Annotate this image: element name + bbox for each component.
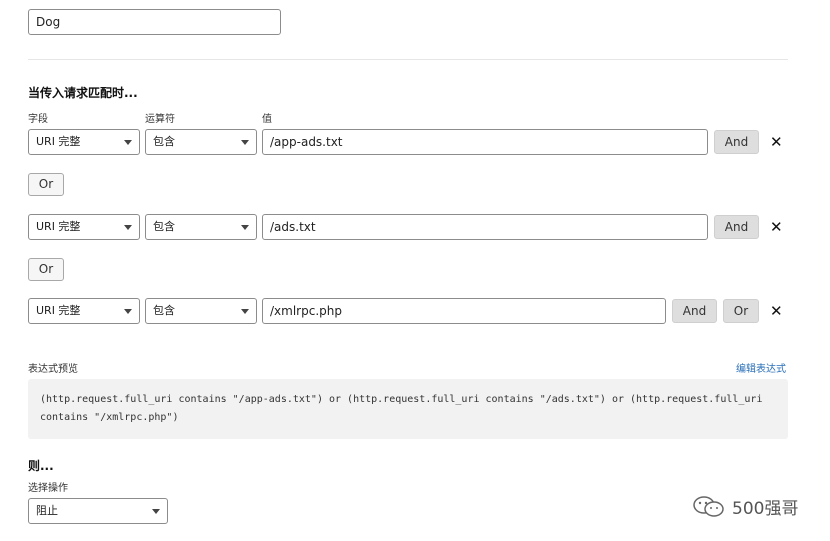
or-button-2[interactable]: Or bbox=[28, 258, 64, 281]
chevron-down-icon bbox=[241, 140, 249, 145]
rule-2-and-button[interactable]: And bbox=[714, 215, 759, 239]
or-button-1[interactable]: Or bbox=[28, 173, 64, 196]
rule-2-field-select[interactable]: URI 完整 bbox=[28, 214, 140, 240]
chevron-down-icon bbox=[241, 309, 249, 314]
expression-preview-label: 表达式预览 bbox=[28, 364, 78, 375]
rule-2-operator-value: 包含 bbox=[153, 220, 175, 233]
rule-1-value-input[interactable]: /app-ads.txt bbox=[262, 129, 708, 155]
operator-column-label: 运算符 bbox=[145, 114, 175, 125]
chevron-down-icon bbox=[124, 309, 132, 314]
rule-2-value-input[interactable]: /ads.txt bbox=[262, 214, 708, 240]
watermark: 500强哥 bbox=[692, 494, 798, 519]
expression-line-1: (http.request.full_uri contains "/app-ad… bbox=[40, 394, 763, 405]
chevron-down-icon bbox=[152, 509, 160, 514]
rule-1-operator-select[interactable]: 包含 bbox=[145, 129, 257, 155]
rule-3-operator-value: 包含 bbox=[153, 304, 175, 317]
watermark-text: 500强哥 bbox=[732, 499, 799, 519]
rule-3-or-button[interactable]: Or bbox=[723, 299, 759, 323]
chevron-down-icon bbox=[124, 225, 132, 230]
expression-line-2: contains "/xmlrpc.php") bbox=[40, 412, 179, 423]
section-divider bbox=[28, 59, 788, 60]
rule-3-remove-icon[interactable]: ✕ bbox=[770, 303, 783, 319]
action-select-value: 阻止 bbox=[36, 504, 58, 517]
action-select[interactable]: 阻止 bbox=[28, 498, 168, 524]
rule-2-remove-icon[interactable]: ✕ bbox=[770, 219, 783, 235]
when-heading: 当传入请求匹配时... bbox=[28, 86, 138, 100]
rule-3-and-button[interactable]: And bbox=[672, 299, 717, 323]
then-heading: 则... bbox=[28, 459, 54, 473]
rule-3-field-value: URI 完整 bbox=[36, 304, 81, 317]
rule-1-field-value: URI 完整 bbox=[36, 135, 81, 148]
field-column-label: 字段 bbox=[28, 114, 48, 125]
rule-3-operator-select[interactable]: 包含 bbox=[145, 298, 257, 324]
rule-1-remove-icon[interactable]: ✕ bbox=[770, 134, 783, 150]
choose-action-label: 选择操作 bbox=[28, 483, 68, 494]
expression-preview-box: (http.request.full_uri contains "/app-ad… bbox=[28, 379, 788, 439]
rule-1-field-select[interactable]: URI 完整 bbox=[28, 129, 140, 155]
rule-name-input[interactable]: Dog bbox=[28, 9, 281, 35]
chevron-down-icon bbox=[124, 140, 132, 145]
chevron-down-icon bbox=[241, 225, 249, 230]
rule-2-operator-select[interactable]: 包含 bbox=[145, 214, 257, 240]
rule-2-field-value: URI 完整 bbox=[36, 220, 81, 233]
rule-3-field-select[interactable]: URI 完整 bbox=[28, 298, 140, 324]
wechat-icon bbox=[693, 495, 724, 517]
rule-3-value-input[interactable]: /xmlrpc.php bbox=[262, 298, 666, 324]
rule-1-operator-value: 包含 bbox=[153, 135, 175, 148]
rule-1-and-button[interactable]: And bbox=[714, 130, 759, 154]
value-column-label: 值 bbox=[262, 114, 272, 125]
edit-expression-link[interactable]: 编辑表达式 bbox=[736, 360, 786, 375]
